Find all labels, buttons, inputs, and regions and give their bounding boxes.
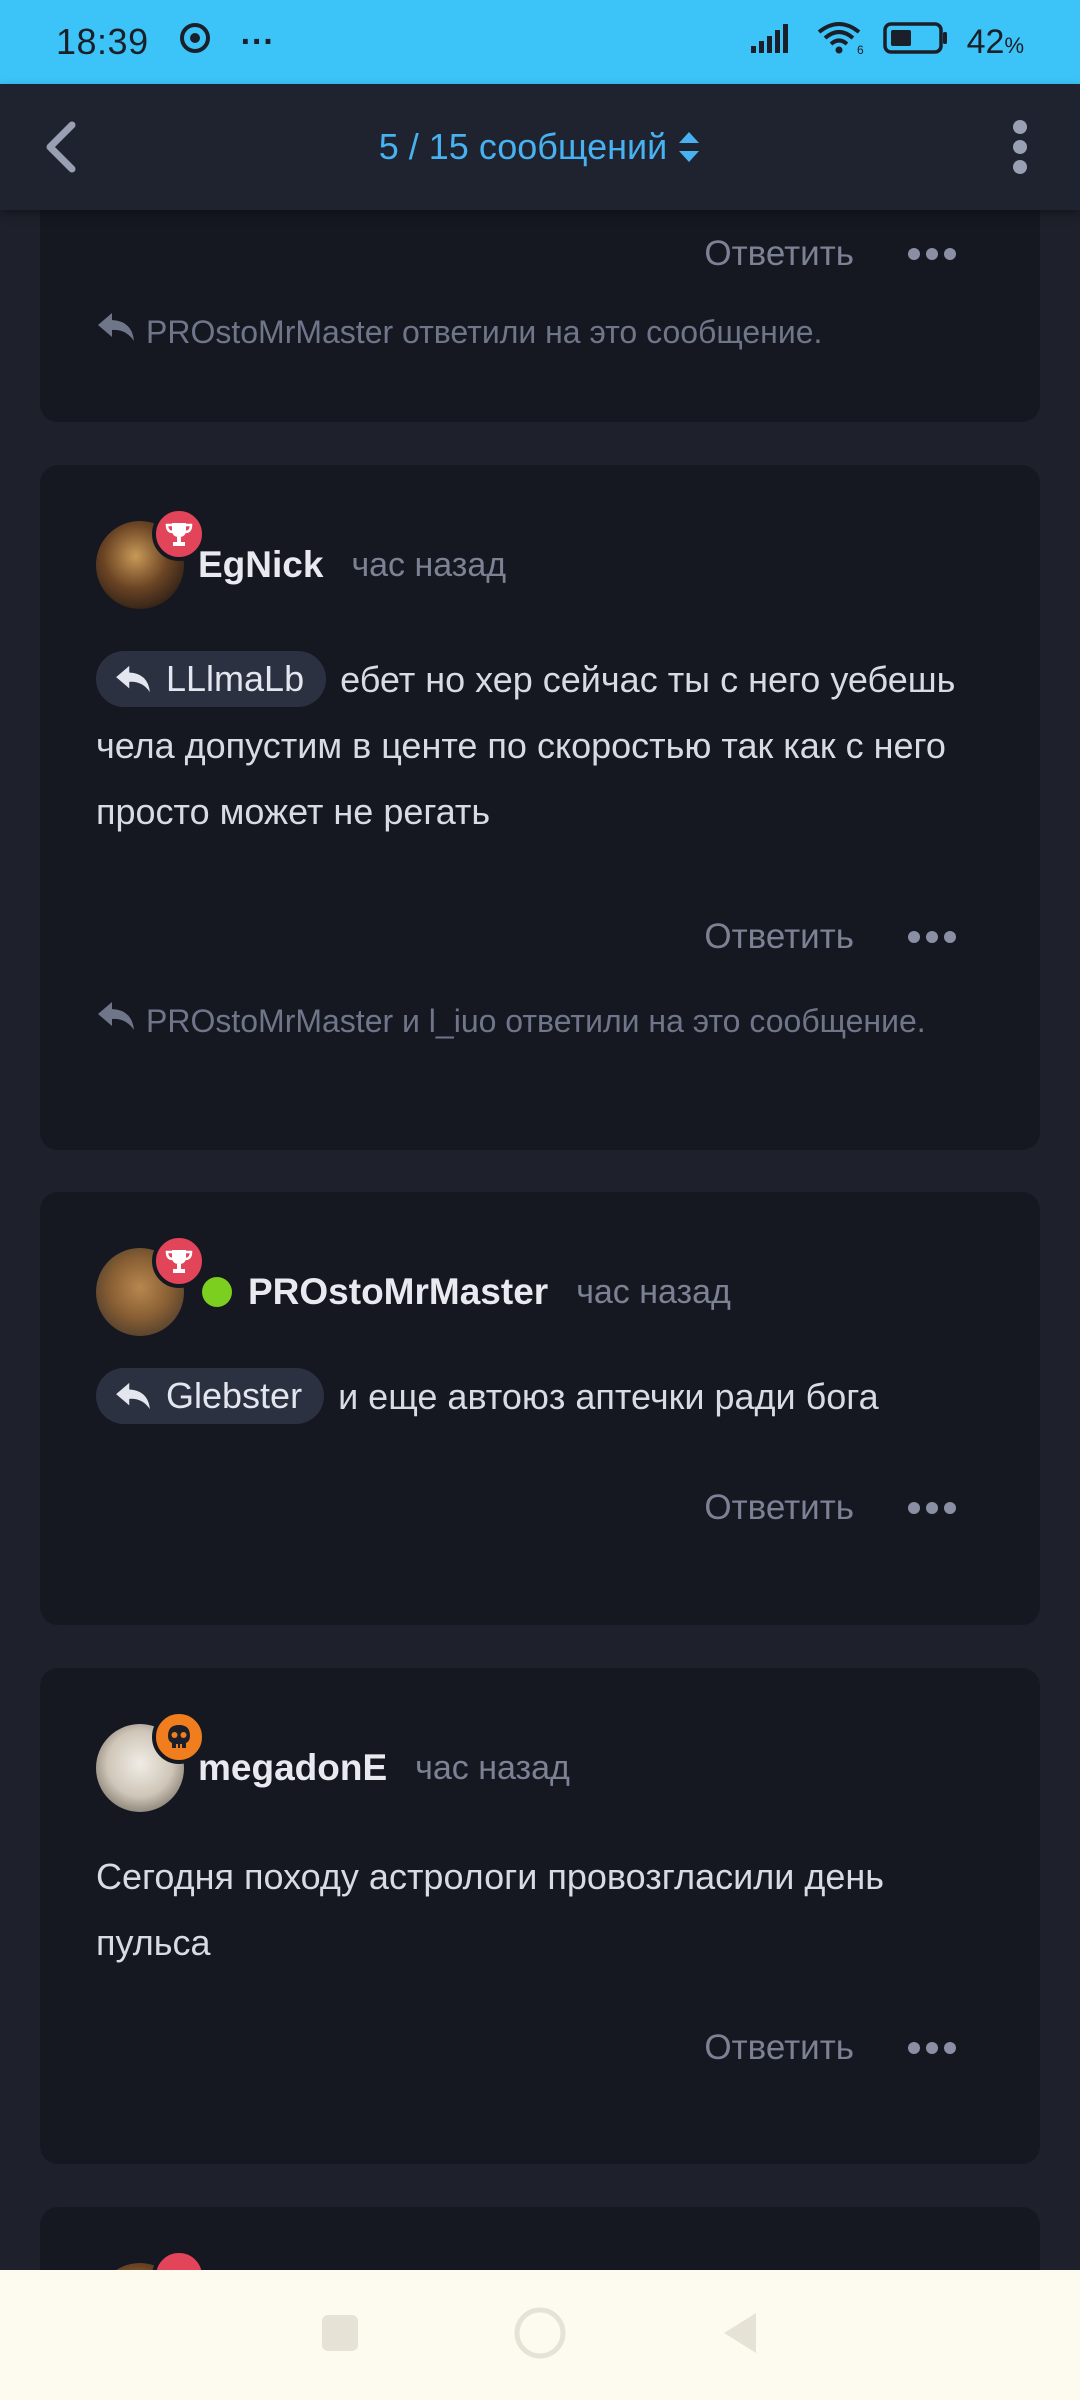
message-header: megadonE час назад <box>96 1710 570 1812</box>
home-button[interactable] <box>512 2305 568 2366</box>
action-row: Ответить <box>704 234 956 274</box>
chevron-left-icon <box>46 121 76 173</box>
action-row: Ответить <box>704 2028 956 2068</box>
message-header: EgNick час назад <box>96 507 507 609</box>
more-options-button[interactable] <box>908 248 956 260</box>
avatar[interactable] <box>96 1234 206 1336</box>
back-button[interactable] <box>30 117 90 177</box>
message-card: PROstoMrMaster час назад Glebster и еще … <box>40 1192 1040 1625</box>
message-text: LLlmaLb ебет но хер сейчас ты с него уеб… <box>96 647 996 845</box>
avatar[interactable] <box>96 1710 206 1812</box>
reply-button[interactable]: Ответить <box>704 234 854 274</box>
message-card: EgNick час назад LLlmaLb ебет но хер сей… <box>40 465 1040 1150</box>
pager-label: 5 / 15 сообщений <box>378 126 668 167</box>
reply-mention-chip[interactable]: LLlmaLb <box>96 651 327 708</box>
reply-button[interactable]: Ответить <box>704 2028 854 2068</box>
username[interactable]: EgNick <box>198 544 323 586</box>
more-options-button[interactable] <box>908 2042 956 2054</box>
more-options-button[interactable] <box>908 931 956 943</box>
avatar[interactable] <box>96 507 206 609</box>
battery-percent: 42% <box>966 22 1024 61</box>
timestamp: час назад <box>351 545 507 584</box>
triangle-back-icon <box>724 2312 756 2353</box>
reply-button[interactable]: Ответить <box>704 917 854 957</box>
message-header <box>96 2249 206 2270</box>
overflow-menu-button[interactable] <box>990 117 1050 177</box>
sort-arrows-icon <box>679 132 700 162</box>
username[interactable]: megadonE <box>198 1747 387 1789</box>
back-nav-button[interactable] <box>718 2309 762 2362</box>
more-vertical-icon <box>1013 120 1027 174</box>
wifi-icon: 6 <box>815 20 865 65</box>
trophy-icon <box>152 2249 206 2270</box>
timestamp: час назад <box>415 1748 570 1787</box>
replied-note[interactable]: PROstoMrMaster и l_iuo ответили на это с… <box>96 995 976 1050</box>
reply-arrow-icon <box>116 666 150 693</box>
reply-arrow-icon <box>116 1383 150 1410</box>
timestamp: час назад <box>576 1272 731 1311</box>
chrome-icon <box>179 21 211 63</box>
username[interactable]: PROstoMrMaster <box>248 1271 548 1313</box>
circle-icon <box>514 2307 566 2358</box>
skull-icon <box>152 1710 206 1764</box>
message-feed[interactable]: Ответить PROstoMrMaster ответили на это … <box>0 210 1080 2270</box>
replied-note[interactable]: PROstoMrMaster ответили на это сообщение… <box>96 306 976 361</box>
status-bar: 18:39 ··· 6 42% <box>0 0 1080 84</box>
reply-mention-chip[interactable]: Glebster <box>96 1368 325 1425</box>
online-status-indicator <box>202 1277 232 1307</box>
message-text: Сегодня походу астрологи провозгласили д… <box>96 1856 884 1963</box>
reply-button[interactable]: Ответить <box>704 1488 854 1528</box>
app-bar: 5 / 15 сообщений <box>0 84 1080 210</box>
square-icon <box>322 2314 358 2351</box>
action-row: Ответить <box>704 917 956 957</box>
trophy-icon <box>152 1234 206 1288</box>
svg-text:6: 6 <box>857 43 864 56</box>
avatar[interactable] <box>96 2249 206 2270</box>
message-header: PROstoMrMaster час назад <box>96 1234 731 1336</box>
action-row: Ответить <box>704 1488 956 1528</box>
message-pager-dropdown[interactable]: 5 / 15 сообщений <box>379 126 701 168</box>
reply-arrow-icon <box>96 995 136 1047</box>
message-card: megadonE час назад Сегодня походу астрол… <box>40 1668 1040 2164</box>
reply-arrow-icon <box>96 306 136 358</box>
battery-icon <box>882 21 949 64</box>
status-time: 18:39 <box>56 21 149 62</box>
signal-icon <box>749 21 797 63</box>
message-card: Ответить PROstoMrMaster ответили на это … <box>40 210 1040 422</box>
message-card <box>40 2207 1040 2270</box>
message-text: Glebster и еще автоюз аптечки ради бога <box>96 1364 996 1430</box>
more-options-button[interactable] <box>908 1502 956 1514</box>
trophy-icon <box>152 507 206 561</box>
more-notifications-indicator: ··· <box>240 22 275 61</box>
system-navigation-bar <box>0 2270 1080 2400</box>
recent-apps-button[interactable] <box>318 2311 362 2360</box>
